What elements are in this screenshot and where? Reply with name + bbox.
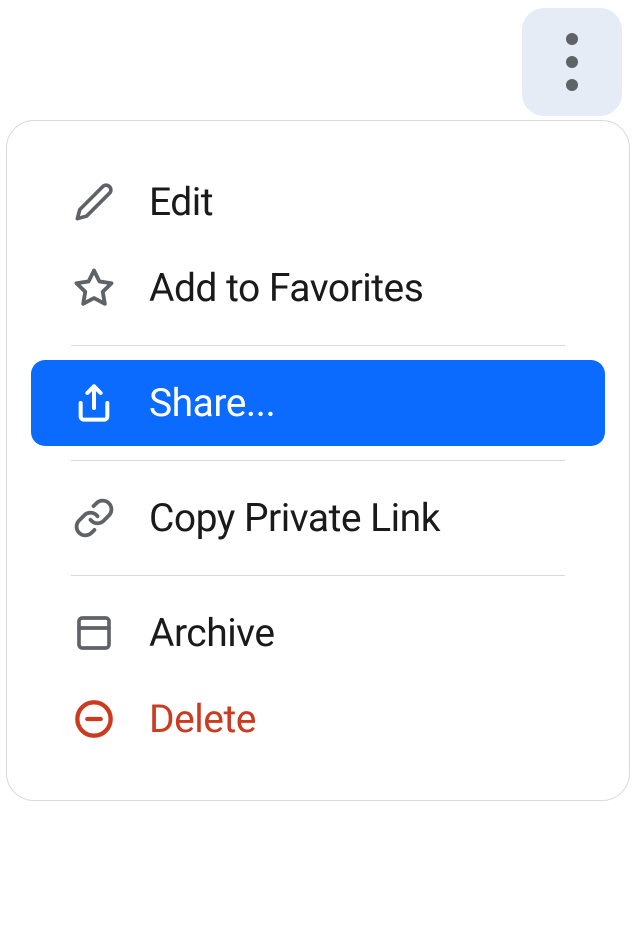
menu-item-archive[interactable]: Archive: [31, 590, 605, 676]
dot-icon: [566, 79, 578, 91]
dot-icon: [566, 33, 578, 45]
menu-item-label: Edit: [149, 179, 213, 225]
star-icon: [73, 267, 115, 309]
menu-item-label: Delete: [149, 696, 256, 742]
pencil-icon: [73, 181, 115, 223]
link-icon: [73, 497, 115, 539]
minus-circle-icon: [73, 698, 115, 740]
more-options-button[interactable]: [522, 8, 622, 116]
menu-item-edit[interactable]: Edit: [31, 159, 605, 245]
menu-item-copy-private-link[interactable]: Copy Private Link: [31, 475, 605, 561]
menu-item-label: Share...: [149, 380, 275, 426]
menu-divider: [71, 345, 565, 346]
menu-divider: [71, 575, 565, 576]
menu-item-label: Copy Private Link: [149, 495, 440, 541]
menu-item-delete[interactable]: Delete: [31, 676, 605, 762]
dropdown-menu: Edit Add to Favorites Share... Co: [6, 120, 630, 801]
share-icon: [73, 382, 115, 424]
menu-item-label: Add to Favorites: [149, 265, 423, 311]
menu-item-label: Archive: [149, 610, 275, 656]
archive-icon: [73, 612, 115, 654]
menu-item-share[interactable]: Share...: [31, 360, 605, 446]
dot-icon: [566, 56, 578, 68]
menu-divider: [71, 460, 565, 461]
menu-item-add-to-favorites[interactable]: Add to Favorites: [31, 245, 605, 331]
